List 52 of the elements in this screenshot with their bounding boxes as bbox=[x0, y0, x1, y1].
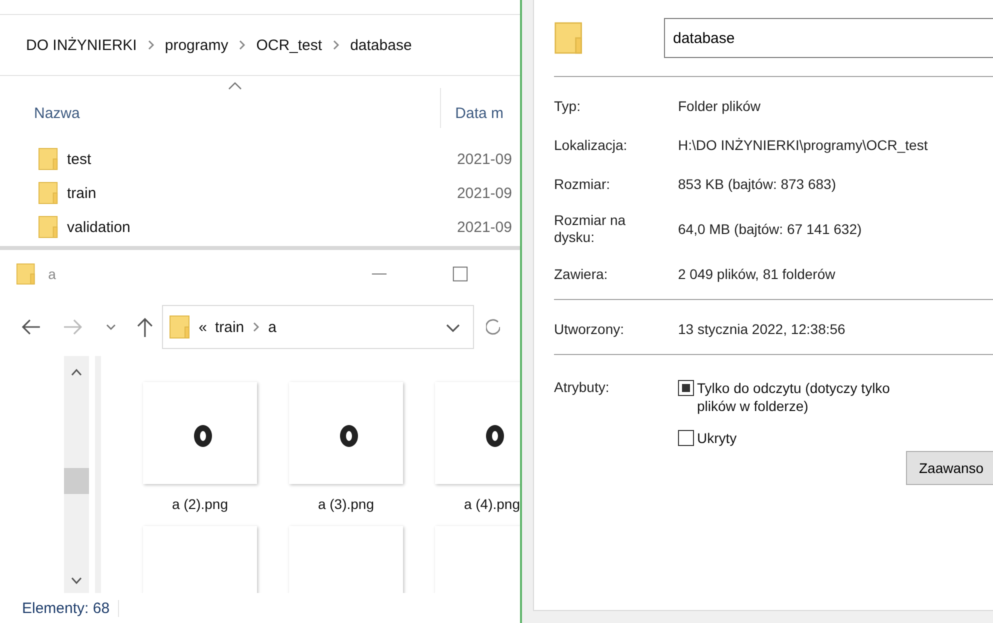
property-label: Atrybuty: bbox=[554, 379, 610, 397]
date-cell-text: 2021-09 bbox=[456, 150, 513, 168]
folder-name[interactable]: test bbox=[67, 150, 411, 168]
folder-name[interactable]: train bbox=[67, 184, 411, 202]
folder-icon bbox=[38, 147, 60, 171]
address-bar[interactable]: « train a bbox=[162, 305, 474, 349]
maximize-icon[interactable] bbox=[452, 265, 468, 283]
folder-icon bbox=[38, 181, 60, 205]
file-name[interactable]: a (3).png bbox=[318, 496, 374, 512]
folder-icon bbox=[38, 215, 60, 239]
breadcrumb-item[interactable]: DO INŻYNIERKI bbox=[26, 36, 137, 54]
breadcrumb-item[interactable]: database bbox=[350, 36, 412, 54]
file-name[interactable]: a (4).png bbox=[464, 496, 520, 512]
property-label: Rozmiar: bbox=[554, 176, 612, 192]
property-label: Rozmiar na dysku: bbox=[554, 212, 627, 246]
property-value: H:\DO INŻYNIERKI\programy\OCR_test bbox=[678, 137, 928, 153]
folder-name[interactable]: validation bbox=[67, 218, 411, 236]
property-value: 64,0 MB (bajtów: 67 141 632) bbox=[678, 221, 862, 237]
property-value: 13 stycznia 2022, 12:38:56 bbox=[678, 321, 846, 337]
breadcrumb-item[interactable]: a bbox=[268, 318, 276, 336]
property-value: Folder plików bbox=[678, 98, 760, 114]
chevron-icon bbox=[146, 40, 155, 50]
attribute-checkbox[interactable]: Tylko do odczytu (dotyczy tylko plików w folderze) bbox=[678, 379, 890, 415]
attribute-checkbox[interactable]: Ukryty bbox=[678, 429, 890, 447]
property-label: Typ: bbox=[554, 98, 582, 114]
chevron-icon bbox=[252, 322, 260, 332]
property-value: 853 KB (bajtów: 873 683) bbox=[678, 176, 836, 192]
date-cell-text: 2021-09 bbox=[456, 184, 513, 202]
column-header[interactable]: Nazwa bbox=[0, 105, 440, 122]
breadcrumb-item[interactable]: train bbox=[214, 318, 244, 336]
item-count: Elementy: 68 bbox=[22, 600, 119, 616]
overflow-marker[interactable]: « bbox=[198, 318, 207, 336]
property-label: Lokalizacja: bbox=[554, 136, 628, 154]
advanced-button[interactable]: Zaawanso bbox=[906, 451, 993, 485]
sort-caret-icon bbox=[228, 82, 242, 90]
name-field[interactable]: database bbox=[664, 18, 993, 58]
file-name[interactable]: a (2).png bbox=[172, 496, 228, 512]
scroll-down-icon[interactable] bbox=[71, 577, 82, 585]
breadcrumb-item[interactable]: programy bbox=[164, 36, 228, 54]
chevron-icon bbox=[238, 40, 246, 50]
folder-icon bbox=[16, 262, 36, 286]
property-value: 2 049 plików, 81 folderów bbox=[678, 266, 836, 282]
folder-icon bbox=[168, 315, 191, 339]
property-label: Zawiera: bbox=[554, 266, 609, 282]
property-label: Utworzony: bbox=[554, 320, 626, 338]
chevron-icon bbox=[332, 40, 340, 50]
column-header[interactable]: Data m bbox=[455, 105, 520, 122]
window-title: a bbox=[48, 266, 57, 282]
scrollbar-thumb[interactable] bbox=[64, 468, 89, 494]
breadcrumb-item[interactable]: OCR_test bbox=[256, 36, 322, 54]
date-cell-text: 2021-09 bbox=[456, 218, 513, 236]
scroll-up-icon[interactable] bbox=[71, 368, 82, 376]
